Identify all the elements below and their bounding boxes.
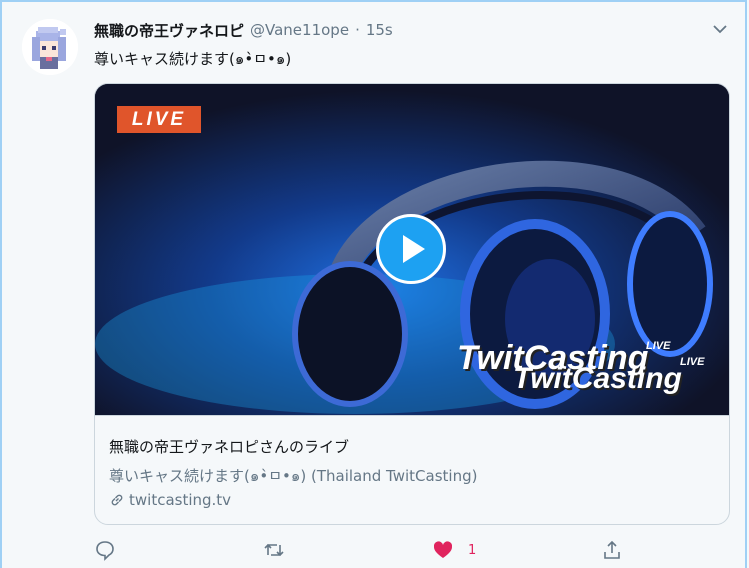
share-icon (604, 540, 620, 559)
card-domain-text: twitcasting.tv (129, 491, 232, 509)
tweet-actions: 1 (94, 536, 634, 564)
link-card[interactable]: LIVE TwitCasting TwitCasting LIVE LIVE 無… (94, 83, 730, 525)
brand-live-label-secondary: LIVE (680, 356, 705, 368)
card-info[interactable]: 無職の帝王ヴァネロピさんのライブ 尊いキャス続けます(๑•̀ㅁ•๑) (Thai… (95, 415, 729, 509)
play-icon (403, 235, 425, 263)
share-button[interactable] (601, 536, 623, 564)
display-name[interactable]: 無職の帝王ヴァネロピ (94, 20, 244, 41)
live-badge: LIVE (117, 106, 201, 133)
tweet-header: 無職の帝王ヴァネロピ @Vane11ope · 15s (94, 19, 393, 41)
brand-text-secondary: TwitCasting (513, 362, 682, 395)
reply-button[interactable] (94, 536, 116, 564)
play-button[interactable] (376, 214, 446, 284)
card-description: 尊いキャス続けます(๑•̀ㅁ•๑) (Thailand TwitCasting) (109, 467, 478, 485)
link-icon (111, 494, 123, 506)
avatar[interactable] (22, 19, 78, 75)
avatar-image (22, 19, 78, 75)
retweet-button[interactable] (263, 536, 285, 564)
tweet-text: 尊いキャス続けます(๑•̀ㅁ•๑) (94, 50, 292, 68)
like-count: 1 (468, 542, 477, 558)
chevron-down-icon[interactable] (709, 18, 731, 40)
reply-icon (96, 541, 114, 561)
retweet-icon (264, 543, 284, 557)
card-title: 無職の帝王ヴァネロピさんのライブ (109, 438, 350, 456)
separator: · (355, 21, 360, 39)
card-media[interactable]: LIVE TwitCasting TwitCasting LIVE LIVE (95, 84, 729, 415)
like-button[interactable]: 1 (432, 536, 476, 564)
timestamp[interactable]: 15s (366, 21, 393, 39)
card-domain: twitcasting.tv (109, 491, 231, 509)
heart-icon (433, 541, 453, 558)
user-handle[interactable]: @Vane11ope (250, 21, 349, 39)
brand-live-label: LIVE (646, 340, 671, 352)
